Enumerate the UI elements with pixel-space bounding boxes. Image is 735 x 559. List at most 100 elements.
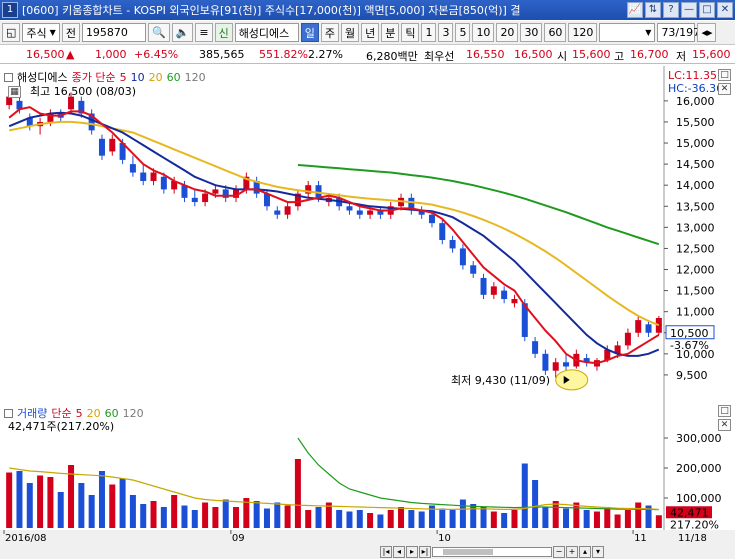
speaker-icon[interactable]: 🔈 <box>171 23 194 42</box>
volume-bar <box>233 507 240 528</box>
high-price: 16,700 <box>630 48 669 61</box>
close-icon[interactable]: ✕ <box>717 2 733 18</box>
scroll-next-icon[interactable]: ▸ <box>406 546 418 558</box>
volume-bar <box>181 505 188 528</box>
legend-ma-120[interactable]: 120 <box>185 71 206 84</box>
volume-bar <box>624 510 631 528</box>
interval-20[interactable]: 20 <box>496 23 519 42</box>
volume-bar <box>614 514 621 528</box>
custom-interval-input[interactable]: ▼ <box>599 23 656 42</box>
volume-current: 42,471주(217.20%) <box>8 420 115 433</box>
date-tick-label: 11/18 <box>678 533 707 544</box>
high-label: 고 <box>614 50 625 63</box>
scroll-track[interactable] <box>432 547 552 557</box>
volume-bar <box>274 502 281 528</box>
price-chart[interactable]: 9,50010,00010,50011,00011,50012,00012,50… <box>0 66 735 402</box>
volume-bar <box>511 510 518 528</box>
stock-name-field[interactable]: 해성디에스 <box>234 23 299 42</box>
price-tick-label: 13,500 <box>676 200 715 213</box>
volume-bar <box>398 507 405 528</box>
legend-vol-ma-120[interactable]: 120 <box>123 407 144 420</box>
volume-bar <box>501 513 508 528</box>
period-tick[interactable]: 틱 <box>401 23 420 42</box>
price-tick-label: 15,000 <box>676 137 715 150</box>
interval-10[interactable]: 10 <box>472 23 495 42</box>
volume-bar <box>171 495 178 528</box>
volume-bar <box>109 484 116 528</box>
interval-30[interactable]: 30 <box>520 23 543 42</box>
interval-3[interactable]: 3 <box>438 23 454 42</box>
legend-ma-60[interactable]: 60 <box>167 71 181 84</box>
date-tick-label: 2016/08 <box>5 533 47 544</box>
price-chart-panel[interactable]: 9,50010,00010,50011,00011,50012,00012,50… <box>0 66 735 402</box>
window-title: [0600] 키움종합차트 - KOSPI 외국인보유[91(천)] 주식수[1… <box>22 4 521 17</box>
high-annotation: 최고 16,500 (08/03) <box>30 85 137 98</box>
volume-bar <box>222 499 229 528</box>
candle-body <box>367 210 374 215</box>
period-year[interactable]: 년 <box>361 23 380 42</box>
volume-chart-panel[interactable]: 100,000 200,000 300,000 42,471 217.20% 거래량 단… <box>0 402 735 530</box>
interval-1[interactable]: 1 <box>421 23 437 42</box>
window-number[interactable]: 1 <box>2 2 18 18</box>
close-panel-icon[interactable]: ✕ <box>718 83 731 95</box>
candle-body <box>160 176 167 190</box>
volume-bar <box>263 508 270 528</box>
interval-5[interactable]: 5 <box>455 23 471 42</box>
legend-ma-20[interactable]: 20 <box>149 71 163 84</box>
prev-button[interactable]: 전 <box>61 23 80 42</box>
market-select[interactable]: 주식 ▼ <box>22 23 60 42</box>
price-tick-label: 9,500 <box>676 369 708 382</box>
scroll-first-icon[interactable]: |◂ <box>380 546 392 558</box>
legend-ma-5[interactable]: 5 <box>120 71 127 84</box>
menu-icon[interactable]: ≡ <box>195 23 213 42</box>
candle-body <box>428 214 435 224</box>
maximize-icon[interactable]: □ <box>699 2 715 18</box>
interval-60[interactable]: 60 <box>544 23 567 42</box>
candle-body <box>501 290 508 300</box>
legend-checkbox[interactable] <box>4 408 13 418</box>
search-icon[interactable]: 🔍 <box>147 23 170 42</box>
scroll-up-icon[interactable]: ▴ <box>579 546 591 558</box>
code-input[interactable]: 195870 <box>81 23 146 42</box>
zoom-out-icon[interactable]: − <box>553 546 565 558</box>
period-day[interactable]: 일 <box>300 23 319 42</box>
volume-bar <box>16 471 23 528</box>
volume-bar <box>470 504 477 528</box>
nav-arrows-icon[interactable]: ◂▸ <box>697 23 717 42</box>
legend-ma-10[interactable]: 10 <box>131 71 145 84</box>
zoom-in-icon[interactable]: + <box>566 546 578 558</box>
maximize-panel-icon[interactable]: □ <box>718 69 731 81</box>
scroll-thumb[interactable] <box>443 549 493 555</box>
volume-bar <box>37 475 44 528</box>
credit-badge[interactable]: 신 <box>214 23 233 42</box>
period-week[interactable]: 주 <box>320 23 339 42</box>
scroll-prev-icon[interactable]: ◂ <box>393 546 405 558</box>
close-panel-icon[interactable]: ✕ <box>718 419 731 431</box>
title-bar: 1 [0600] 키움종합차트 - KOSPI 외국인보유[91(천)] 주식수… <box>0 0 735 20</box>
best-bid: 16,500 <box>514 48 553 61</box>
scroll-last-icon[interactable]: ▸| <box>419 546 431 558</box>
table-icon[interactable]: ▦ <box>8 86 21 98</box>
volume-bar <box>88 495 95 528</box>
candle-body <box>284 206 291 215</box>
chart-scrollbar[interactable]: |◂ ◂ ▸ ▸| − + ▴ ▾ <box>380 545 735 559</box>
minimize-icon[interactable]: — <box>681 2 697 18</box>
volume-bar <box>655 515 662 528</box>
chart-icon[interactable]: 📈 <box>627 2 643 18</box>
period-month[interactable]: 월 <box>340 23 360 42</box>
paging-field[interactable]: 73/197 <box>657 23 700 42</box>
volume-tick-label: 100,000 <box>676 492 722 505</box>
maximize-panel-icon[interactable]: □ <box>718 405 731 417</box>
candle-body <box>645 324 652 333</box>
volume-bar <box>490 511 497 528</box>
interval-120[interactable]: 120 <box>568 23 598 42</box>
link-icon[interactable]: ⇅ <box>645 2 661 18</box>
price-change-pct: +6.45% <box>134 48 179 61</box>
volume-bar <box>573 502 580 528</box>
scroll-down-icon[interactable]: ▾ <box>592 546 604 558</box>
period-minute[interactable]: 분 <box>381 23 400 42</box>
candle-body <box>542 353 549 371</box>
layout-icon[interactable]: ◱ <box>2 23 21 42</box>
help-icon[interactable]: ? <box>663 2 679 18</box>
legend-checkbox[interactable] <box>4 72 13 82</box>
